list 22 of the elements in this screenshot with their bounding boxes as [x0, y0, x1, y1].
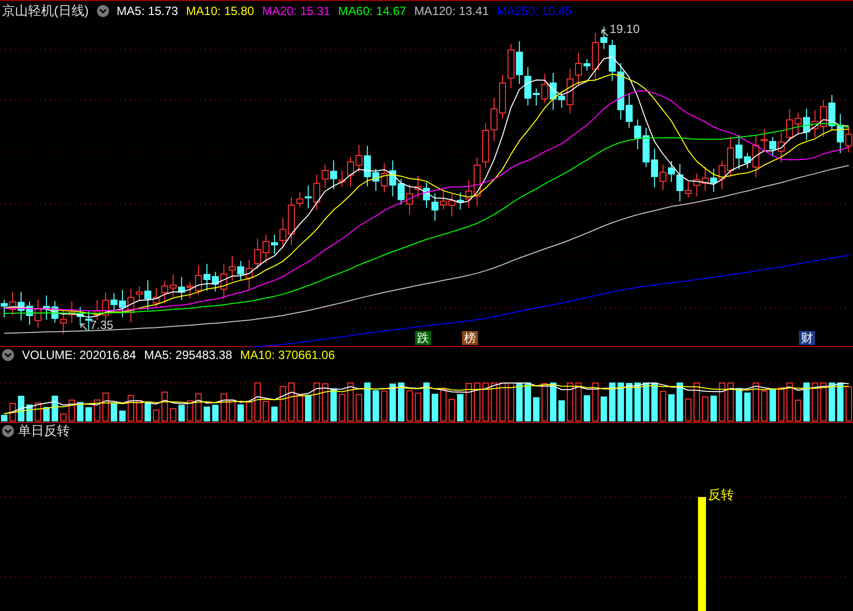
legend-value: MA5: 295483.38 — [144, 347, 232, 364]
chart-title: 京山轻机(日线) — [2, 2, 89, 20]
signal-label: 反转 — [708, 486, 734, 504]
legend-value: MA60: 14.67 — [338, 2, 406, 20]
event-badge[interactable]: 榜 — [462, 331, 478, 345]
legend-value: MA120: 13.41 — [414, 2, 489, 20]
legend-value: MA20: 15.31 — [262, 2, 330, 20]
legend-value: MA10: 15.80 — [186, 2, 254, 20]
high-price-label: 19.10 — [610, 21, 640, 38]
legend-value: MA5: 15.73 — [116, 2, 178, 20]
arrow-icon — [600, 28, 609, 37]
event-badge[interactable]: 财 — [799, 331, 815, 345]
collapse-icon[interactable] — [96, 4, 109, 16]
legend-value: MA250: 10.45 — [496, 2, 572, 20]
collapse-icon[interactable] — [2, 425, 14, 437]
low-price-label: 7.35 — [90, 317, 114, 334]
collapse-icon[interactable] — [2, 349, 14, 361]
legend-value: MA10: 370661.06 — [240, 347, 335, 364]
event-badge[interactable]: 跌 — [415, 331, 431, 345]
arrow-icon — [80, 322, 88, 331]
indicator-title: 单日反转 — [18, 422, 70, 440]
legend-value: VOLUME: 202016.84 — [22, 347, 136, 364]
